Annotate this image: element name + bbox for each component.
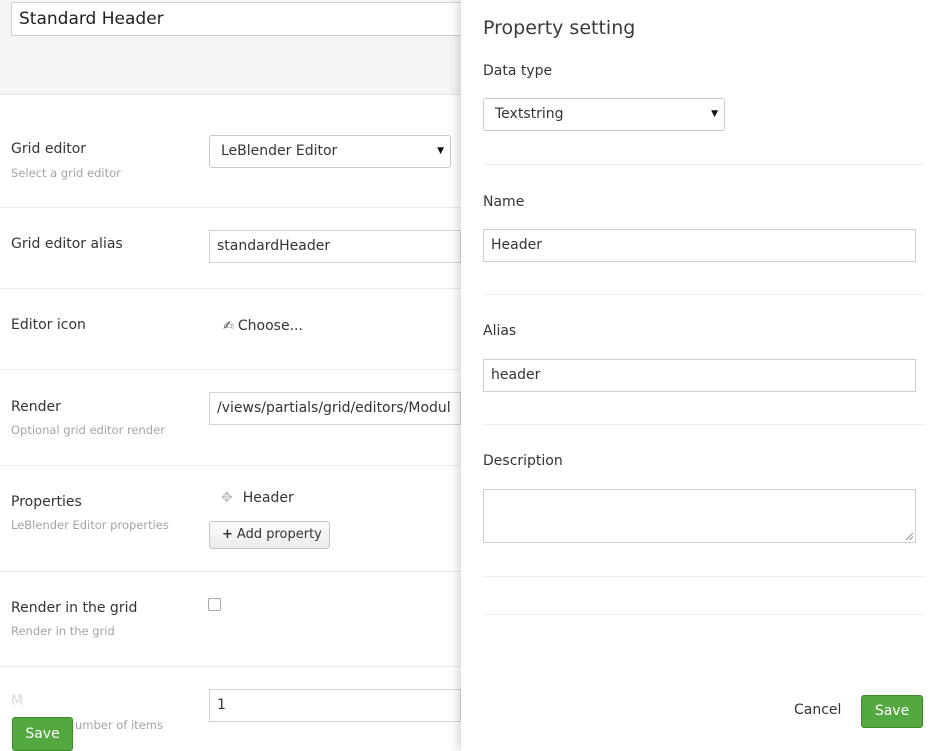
render-in-grid-label: Render in the grid: [11, 600, 138, 616]
add-property-label: Add property: [236, 527, 322, 542]
description-label: Description: [483, 453, 563, 469]
caret-down-icon: ▼: [711, 109, 718, 119]
grid-editor-description: Select a grid editor: [11, 166, 121, 180]
resize-grip-icon[interactable]: [906, 533, 913, 540]
grid-editor-select[interactable]: LeBlender Editor ▼: [209, 135, 451, 168]
editor-name-input[interactable]: Standard Header: [11, 2, 481, 36]
add-property-button[interactable]: + Add property: [209, 521, 330, 549]
max-items-description: umber of items: [75, 718, 163, 732]
row-properties: Properties LeBlender Editor properties: [0, 466, 460, 572]
divider: [483, 294, 925, 295]
divider: [483, 576, 925, 577]
alias-label: Alias: [483, 323, 517, 339]
properties-description: LeBlender Editor properties: [11, 518, 169, 532]
grid-editor-alias-input[interactable]: standardHeader: [209, 230, 461, 263]
alias-input[interactable]: header: [483, 359, 916, 392]
move-arrows-icon[interactable]: ✥: [221, 490, 233, 506]
panel-title: Property setting: [483, 17, 636, 39]
render-path-input[interactable]: /views/partials/grid/editors/Modul: [209, 392, 461, 425]
divider: [483, 164, 925, 165]
max-items-label: M: [11, 693, 24, 709]
render-in-grid-description: Render in the grid: [11, 624, 115, 638]
data-type-select[interactable]: Textstring ▼: [483, 98, 725, 131]
editor-icon-label: Editor icon: [11, 317, 86, 333]
cancel-button[interactable]: Cancel: [794, 702, 841, 718]
max-items-input[interactable]: 1: [209, 689, 461, 722]
grid-editor-label: Grid editor: [11, 141, 87, 157]
data-type-select-value: Textstring: [495, 106, 564, 122]
divider: [483, 614, 925, 615]
plus-icon: +: [222, 527, 233, 542]
name-input[interactable]: Header: [483, 229, 916, 262]
properties-label: Properties: [11, 494, 82, 510]
property-setting-panel: Property setting Data type Textstring ▼ …: [461, 0, 945, 751]
render-description: Optional grid editor render: [11, 423, 165, 437]
description-textarea[interactable]: [483, 489, 916, 543]
render-in-grid-checkbox[interactable]: [208, 598, 221, 611]
pencil-edit-icon: ✍: [223, 319, 234, 334]
choose-icon-label: Choose...: [237, 318, 303, 334]
render-label: Render: [11, 399, 61, 415]
property-item[interactable]: ✥ Header: [221, 490, 294, 506]
grid-editor-alias-label: Grid editor alias: [11, 236, 123, 252]
name-label: Name: [483, 194, 525, 210]
panel-save-button[interactable]: Save: [861, 695, 923, 728]
grid-editor-select-value: LeBlender Editor: [221, 143, 338, 159]
row-render-in-grid: Render in the grid Render in the grid: [0, 572, 460, 667]
property-item-label: Header: [242, 490, 294, 506]
choose-icon-button[interactable]: ✍ Choose...: [223, 318, 303, 334]
data-type-label: Data type: [483, 63, 553, 79]
caret-down-icon: ▼: [437, 146, 444, 156]
divider: [483, 424, 925, 425]
save-button[interactable]: Save: [12, 717, 73, 751]
